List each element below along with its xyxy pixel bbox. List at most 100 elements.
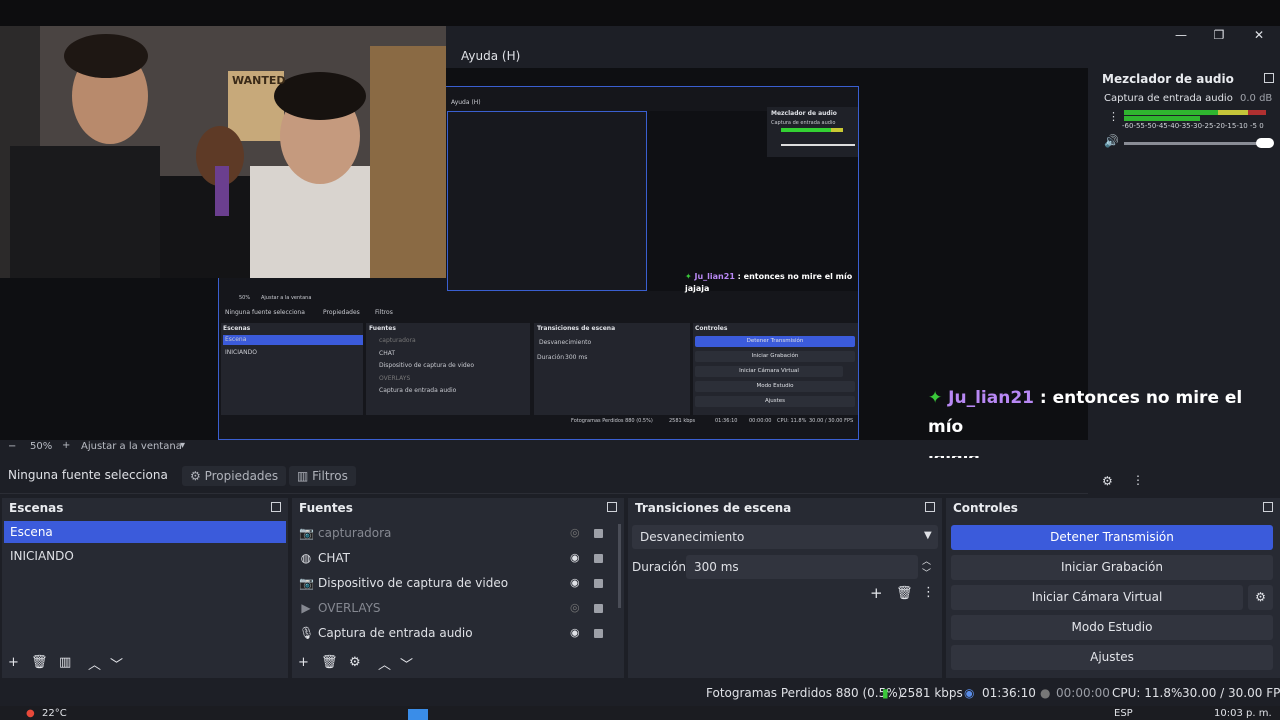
- source-item[interactable]: 🎙 Captura de entrada audio ◉: [292, 622, 614, 644]
- transitions-dock: Transiciones de escena Desvanecimiento ▼…: [628, 498, 942, 678]
- float-icon[interactable]: [1263, 502, 1273, 512]
- volume-icon[interactable]: 🔊: [1104, 134, 1119, 148]
- nested-duration-label: Duración: [537, 354, 565, 361]
- source-item[interactable]: 📷 capturadora ◎: [292, 522, 614, 544]
- eye-icon[interactable]: ◉: [570, 572, 580, 594]
- studio-mode-button[interactable]: Modo Estudio: [951, 615, 1273, 640]
- nested-source-0: capturadora: [379, 337, 416, 344]
- fit-window[interactable]: Ajustar a la ventana: [81, 441, 182, 452]
- chevron-up-icon[interactable]: ︿: [378, 654, 391, 673]
- webcam-video: WANTED: [0, 26, 446, 278]
- mixer-title: Mezclador de audio: [1102, 72, 1234, 86]
- chevron-down-icon[interactable]: ﹀: [110, 654, 123, 673]
- nested-chat: ✦ Ju_lian21 : entonces no mire el mío: [685, 272, 853, 281]
- webcam-image: [0, 26, 446, 278]
- mixer-scale: -60-55-50-45-40-35-30-25-20-15-10 -5 0: [1122, 122, 1264, 130]
- float-icon[interactable]: [925, 502, 935, 512]
- volume-slider[interactable]: [1124, 142, 1264, 145]
- mixer-menu-icon[interactable]: ⋮: [1108, 110, 1119, 123]
- restore-icon[interactable]: ❐: [1204, 28, 1234, 42]
- nested-mixer-item: Captura de entrada audio: [771, 120, 836, 126]
- signal-icon: ▮: [882, 686, 889, 700]
- float-icon[interactable]: [271, 502, 281, 512]
- nested-menu-help: Ayuda (H): [451, 99, 481, 106]
- filter-icon: ▥: [297, 469, 313, 483]
- no-source-label: Ninguna fuente selecciona: [8, 468, 168, 482]
- gear-icon[interactable]: ⚙: [1248, 585, 1273, 610]
- add-icon[interactable]: +: [870, 584, 883, 602]
- lock-icon[interactable]: [594, 529, 603, 538]
- transitions-title: Transiciones de escena: [635, 501, 792, 515]
- stepper-down-icon[interactable]: ﹀: [922, 566, 931, 579]
- nested-source-3: OVERLAYS: [379, 375, 411, 382]
- gear-icon[interactable]: ⚙: [349, 655, 361, 670]
- eye-icon[interactable]: ◉: [570, 547, 580, 569]
- cpu-usage: CPU: 11.8%: [1112, 686, 1183, 700]
- meter-green-2: [1124, 116, 1200, 121]
- virtual-camera-button[interactable]: Iniciar Cámara Virtual: [951, 585, 1243, 610]
- nested-chat-line2: jajaja: [685, 284, 710, 293]
- nested-fit: Ajustar a la ventana: [261, 295, 312, 301]
- minimize-icon[interactable]: —: [1166, 28, 1196, 42]
- nested-filters: Filtros: [375, 309, 393, 316]
- trash-icon[interactable]: 🗑: [321, 655, 338, 670]
- nested-control-0: Detener Transmisión: [695, 336, 855, 347]
- nested-control-3: Modo Estudio: [695, 381, 855, 392]
- mixer-settings-icon[interactable]: ⚙: [1102, 474, 1113, 488]
- camera-icon: 📷: [299, 526, 314, 540]
- nested-scenes-title: Escenas: [223, 325, 251, 332]
- properties-button[interactable]: ⚙ Propiedades: [182, 466, 287, 486]
- zoom-level: 50%: [30, 441, 53, 452]
- trash-icon[interactable]: 🗑: [31, 655, 48, 670]
- source-item[interactable]: ▶ OVERLAYS ◎: [292, 597, 614, 619]
- language[interactable]: ESP: [1114, 708, 1133, 719]
- trash-icon[interactable]: 🗑: [896, 586, 913, 601]
- audio-mixer-dock: Mezclador de audio Captura de entrada au…: [1096, 68, 1280, 188]
- meter-red: [1248, 110, 1266, 115]
- gear-icon: ⚙: [190, 469, 205, 483]
- float-icon[interactable]: [1264, 73, 1274, 83]
- nested-source-1: CHAT: [379, 350, 396, 357]
- settings-button[interactable]: Ajustes: [951, 645, 1273, 670]
- filters-button[interactable]: ▥ Filtros: [289, 466, 356, 486]
- start-recording-button[interactable]: Iniciar Grabación: [951, 555, 1273, 580]
- source-item[interactable]: ◍ CHAT ◉: [292, 547, 614, 569]
- start-icon[interactable]: [408, 709, 428, 720]
- lock-icon[interactable]: [594, 629, 603, 638]
- zoom-out-icon[interactable]: −: [8, 441, 16, 452]
- eye-hidden-icon[interactable]: ◎: [570, 597, 580, 619]
- duration-input[interactable]: 300 ms: [686, 555, 918, 579]
- lock-icon[interactable]: [594, 579, 603, 588]
- play-icon: ▶: [301, 601, 311, 615]
- nested-controls-title: Controles: [695, 325, 728, 332]
- source-item[interactable]: 📷 Dispositivo de captura de video ◉: [292, 572, 614, 594]
- more-icon[interactable]: ⋮: [922, 585, 935, 600]
- add-icon[interactable]: +: [298, 655, 309, 670]
- scrollbar[interactable]: [618, 524, 621, 608]
- scene-item[interactable]: Escena: [4, 521, 286, 543]
- chevron-down-icon[interactable]: ﹀: [400, 654, 413, 673]
- filter-icon[interactable]: ▥: [59, 655, 71, 670]
- mixer-more-icon[interactable]: ⋮: [1132, 473, 1144, 487]
- volume-handle[interactable]: [1256, 138, 1274, 148]
- eye-icon[interactable]: ◉: [570, 622, 580, 644]
- clock: 10:03 p. m.: [1214, 708, 1272, 719]
- lock-icon[interactable]: [594, 554, 603, 563]
- float-icon[interactable]: [607, 502, 617, 512]
- chevron-down-icon[interactable]: ▾: [180, 440, 185, 451]
- dropped-frames: Fotogramas Perdidos 880 (0.5%): [706, 686, 903, 700]
- close-icon[interactable]: ✕: [1244, 28, 1274, 42]
- scene-item[interactable]: INICIANDO: [4, 545, 286, 567]
- meter-yellow: [1218, 110, 1248, 115]
- lock-icon[interactable]: [594, 604, 603, 613]
- transition-select[interactable]: Desvanecimiento ▼: [632, 525, 938, 549]
- nested-kbps: 2581 kbps: [669, 418, 696, 424]
- menu-help[interactable]: Ayuda (H): [461, 49, 520, 63]
- scenes-dock: Escenas Escena INICIANDO + 🗑 ▥ ︿ ﹀: [2, 498, 288, 678]
- chevron-up-icon[interactable]: ︿: [88, 654, 101, 673]
- add-icon[interactable]: +: [8, 655, 19, 670]
- stop-stream-button[interactable]: Detener Transmisión: [951, 525, 1273, 550]
- nested-mixer-title: Mezclador de audio: [771, 110, 837, 117]
- eye-hidden-icon[interactable]: ◎: [570, 522, 580, 544]
- zoom-in-icon[interactable]: +: [62, 440, 70, 451]
